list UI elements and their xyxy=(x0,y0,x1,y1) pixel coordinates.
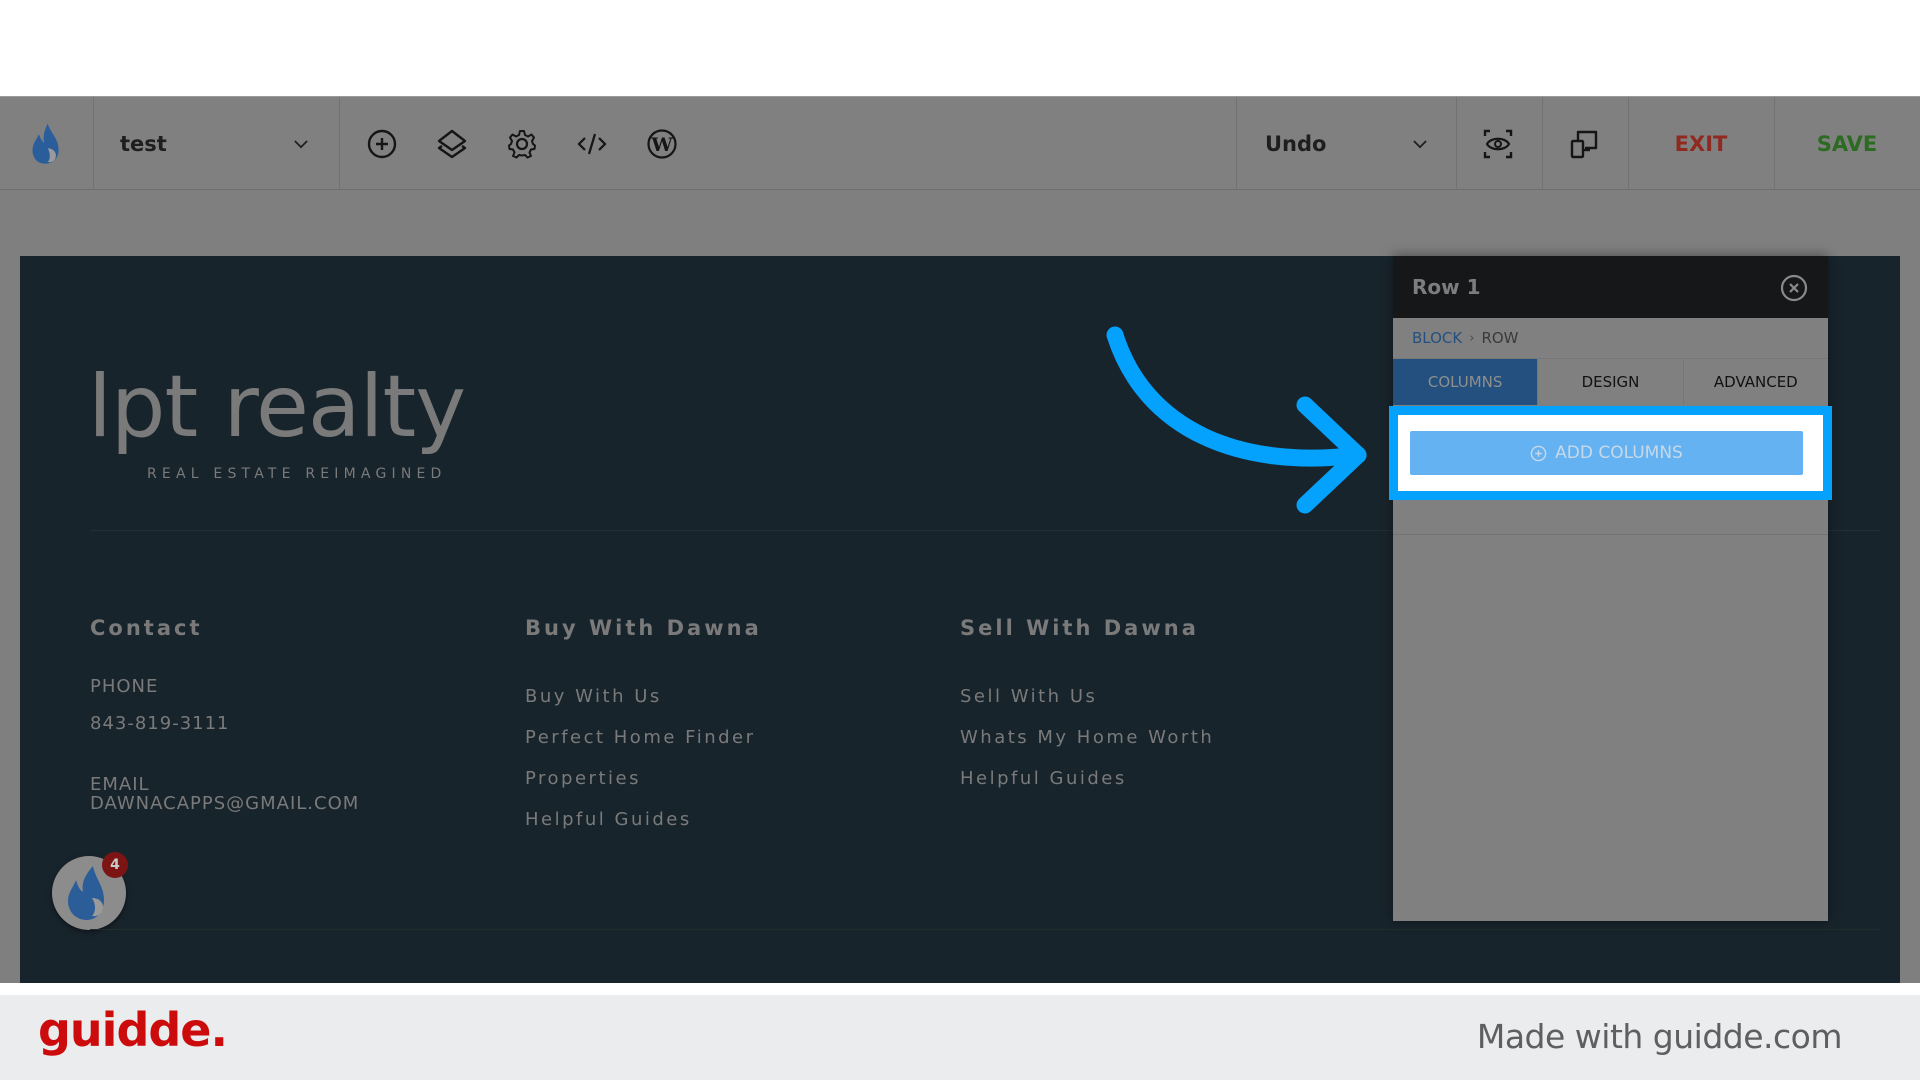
breadcrumb: BLOCK › ROW xyxy=(1393,318,1828,358)
panel-title: Row 1 xyxy=(1412,275,1481,299)
layers-icon[interactable] xyxy=(432,124,472,164)
page-selector-value: test xyxy=(120,132,167,156)
logo-tagline: REAL ESTATE REIMAGINED xyxy=(147,466,447,482)
panel-divider xyxy=(1393,534,1828,535)
exit-button[interactable]: EXIT xyxy=(1628,97,1774,191)
panel-tabs: COLUMNS DESIGN ADVANCED xyxy=(1393,358,1828,405)
guidde-footer-bar: guidde. Made with guidde.com xyxy=(0,995,1920,1080)
top-margin xyxy=(0,0,1920,96)
toolbar-divider xyxy=(1456,97,1457,191)
phone-label: PHONE xyxy=(90,676,159,697)
chevron-down-icon xyxy=(1402,139,1438,149)
panel-header[interactable]: Row 1 xyxy=(1393,256,1828,318)
highlight-box: ADD COLUMNS xyxy=(1389,406,1832,500)
add-columns-button[interactable]: ADD COLUMNS xyxy=(1410,431,1803,475)
footer-link[interactable]: Helpful Guides xyxy=(960,768,1127,789)
save-button[interactable]: SAVE xyxy=(1774,97,1920,191)
bottom-margin xyxy=(0,983,1920,995)
footer-link[interactable]: Whats My Home Worth xyxy=(960,727,1214,748)
tab-columns[interactable]: COLUMNS xyxy=(1393,359,1539,405)
phone-value[interactable]: 843-819-3111 xyxy=(90,713,230,734)
tab-design[interactable]: DESIGN xyxy=(1538,359,1684,405)
responsive-devices-icon[interactable] xyxy=(1564,124,1604,164)
footer-link[interactable]: Perfect Home Finder xyxy=(525,727,756,748)
svg-text:W: W xyxy=(650,134,673,156)
chevron-down-icon xyxy=(283,139,319,149)
code-icon[interactable] xyxy=(572,124,612,164)
toolbar-divider xyxy=(339,97,340,191)
guidde-logo: guidde. xyxy=(38,1003,228,1057)
breadcrumb-block-link[interactable]: BLOCK xyxy=(1412,329,1462,347)
close-icon[interactable] xyxy=(1780,274,1808,302)
section-divider xyxy=(90,929,1880,930)
settings-gear-icon[interactable] xyxy=(502,124,542,164)
wordpress-icon[interactable]: W xyxy=(642,124,682,164)
footer-link[interactable]: Properties xyxy=(525,768,641,789)
buy-with-dawna-heading: Buy With Dawna xyxy=(525,616,762,640)
footer-link[interactable]: Buy With Us xyxy=(525,686,662,707)
editor-toolbar: test W Undo EXIT SAVE xyxy=(0,96,1920,191)
made-with-guidde-text: Made with guidde.com xyxy=(1476,1017,1843,1056)
add-columns-label: ADD COLUMNS xyxy=(1555,443,1683,463)
page-selector-dropdown[interactable]: test xyxy=(94,97,339,191)
plus-circle-icon xyxy=(1530,445,1547,461)
undo-history-dropdown[interactable]: Undo xyxy=(1237,97,1456,191)
chevron-right-icon: › xyxy=(1469,330,1475,346)
tab-advanced[interactable]: ADVANCED xyxy=(1683,359,1828,405)
footer-link[interactable]: Sell With Us xyxy=(960,686,1097,707)
undo-label: Undo xyxy=(1265,132,1327,156)
row-settings-panel: Row 1 BLOCK › ROW COLUMNS DESIGN ADVANCE… xyxy=(1393,256,1828,921)
breadcrumb-row: ROW xyxy=(1481,329,1519,347)
add-element-icon[interactable] xyxy=(362,124,402,164)
email-value[interactable]: DAWNACAPPS@GMAIL.COM xyxy=(90,793,359,814)
pointer-arrow-icon xyxy=(1106,326,1367,514)
footer-link[interactable]: Helpful Guides xyxy=(525,809,692,830)
toolbar-divider xyxy=(1542,97,1543,191)
clipped-footer-text xyxy=(90,974,1790,983)
flame-logo-icon[interactable] xyxy=(24,119,68,167)
notification-badge: 4 xyxy=(102,852,128,878)
chat-widget-button[interactable]: 4 xyxy=(52,852,128,930)
preview-eye-icon[interactable] xyxy=(1478,124,1518,164)
sell-with-dawna-heading: Sell With Dawna xyxy=(960,616,1199,640)
contact-heading: Contact xyxy=(90,616,203,640)
email-label: EMAIL xyxy=(90,774,150,795)
lpt-realty-logo: lpt realty xyxy=(88,357,466,457)
